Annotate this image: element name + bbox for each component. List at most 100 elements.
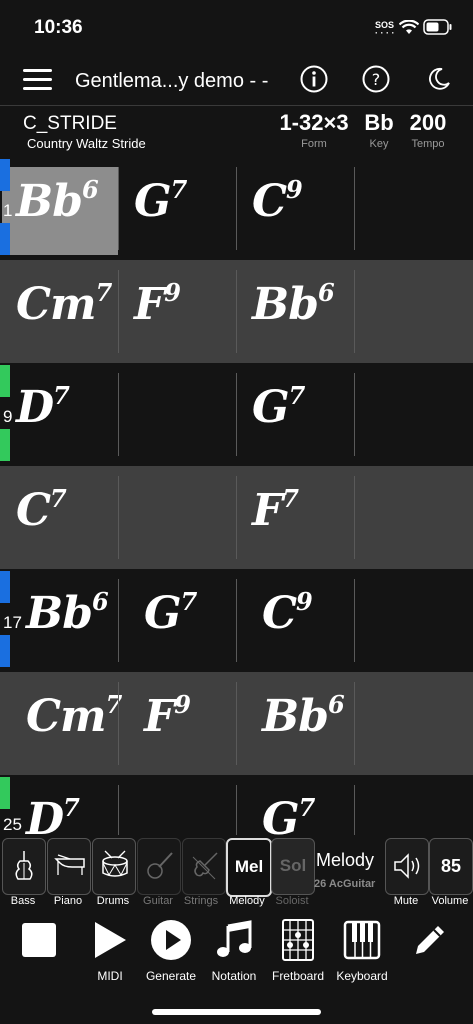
melody-button[interactable]: Mel xyxy=(226,838,272,897)
chord-cell[interactable] xyxy=(354,775,472,835)
volume-button[interactable]: 85 xyxy=(429,838,473,895)
status-time: 10:36 xyxy=(34,17,83,38)
beat-divider xyxy=(236,167,237,250)
chord-cell[interactable]: G7 xyxy=(236,363,354,466)
key-value[interactable]: Bb xyxy=(357,110,401,136)
chord-root: G xyxy=(252,382,290,433)
section-marker xyxy=(0,635,10,667)
stop-icon[interactable] xyxy=(21,922,57,958)
chord-cell[interactable] xyxy=(354,569,472,672)
chord-extension: 9 xyxy=(174,690,191,719)
help-icon[interactable]: ? xyxy=(362,65,390,93)
grid-row: 25 D7 G7 xyxy=(0,775,473,835)
chord-extension: 6 xyxy=(81,175,99,204)
chord-cell[interactable]: F9 xyxy=(128,672,246,775)
chord-root: D xyxy=(16,382,54,433)
beat-divider xyxy=(236,373,237,456)
chord-cell[interactable] xyxy=(354,157,472,260)
chord-extension: 6 xyxy=(317,278,335,307)
header-divider xyxy=(0,105,473,106)
form-value[interactable]: 1-32×3 xyxy=(268,110,360,136)
chord-extension: 9 xyxy=(296,587,313,616)
chord-cell[interactable]: Bb6 xyxy=(236,260,354,363)
chord-root: Bb xyxy=(26,588,93,639)
piano-button[interactable] xyxy=(47,838,91,895)
style-name[interactable]: C_STRIDE xyxy=(23,113,117,135)
chord-root: Bb xyxy=(16,176,83,227)
chord-cell[interactable] xyxy=(118,466,236,569)
grid-row: 17 Bb6 G7 C9 xyxy=(0,569,473,672)
tempo-value[interactable]: 200 xyxy=(402,110,454,136)
chord-cell[interactable]: D7 xyxy=(0,363,118,466)
fretboard-icon[interactable] xyxy=(281,918,315,962)
chord-cell[interactable] xyxy=(118,775,236,835)
music-note-icon[interactable] xyxy=(214,920,254,960)
chord-cell[interactable]: G7 xyxy=(246,775,364,835)
chord-root: Bb xyxy=(262,691,329,742)
chord-extension: 6 xyxy=(327,690,345,719)
chord-grid: 1 Bb6 G7 C9 Cm7 F9 Bb6 9 D7 G7 C7 F7 17 … xyxy=(0,157,473,835)
drums-button[interactable] xyxy=(92,838,136,895)
key-label: Key xyxy=(369,138,389,150)
chord-cell[interactable]: C7 xyxy=(0,466,118,569)
keyboard-label[interactable]: Keyboard xyxy=(322,969,402,983)
menu-icon[interactable] xyxy=(23,68,53,92)
beat-divider xyxy=(354,785,355,835)
song-title[interactable]: Gentlema...y demo - - xyxy=(75,70,268,93)
battery-icon xyxy=(423,19,452,35)
chord-cell[interactable]: D7 xyxy=(10,775,128,835)
beat-divider xyxy=(118,270,119,353)
generate-play-circle-icon[interactable] xyxy=(150,919,192,961)
play-icon[interactable] xyxy=(92,920,128,960)
soloist-label: Soloist xyxy=(275,895,309,907)
chord-cell[interactable]: Bb6 xyxy=(246,672,364,775)
chord-cell[interactable]: C9 xyxy=(246,569,364,672)
info-icon[interactable] xyxy=(300,65,328,93)
chord-extension: 7 xyxy=(63,793,80,822)
form-label: Form xyxy=(301,138,327,150)
chord-root: Cm xyxy=(26,691,107,742)
beat-divider xyxy=(236,785,237,835)
chord-root: G xyxy=(134,176,172,227)
chord-root: C xyxy=(252,176,287,227)
soloist-button[interactable]: Sol xyxy=(271,838,315,895)
wifi-icon xyxy=(399,20,419,34)
upright-bass-icon xyxy=(15,851,33,880)
chord-cell[interactable]: F7 xyxy=(236,466,354,569)
chord-cell[interactable]: G7 xyxy=(128,569,246,672)
chord-extension: 7 xyxy=(298,793,316,822)
guitar-icon xyxy=(147,852,173,879)
chord-extension: 7 xyxy=(50,484,67,513)
beat-divider xyxy=(118,785,119,835)
strings-button[interactable] xyxy=(182,838,226,895)
chord-cell[interactable] xyxy=(354,260,472,363)
chord-cell[interactable] xyxy=(118,363,236,466)
chord-cell[interactable]: Cm7 xyxy=(0,260,118,363)
bass-button[interactable] xyxy=(2,838,46,895)
chord-cell[interactable]: C9 xyxy=(236,157,354,260)
keyboard-icon[interactable] xyxy=(343,920,381,960)
chord-extension: 7 xyxy=(53,381,70,410)
beat-divider xyxy=(236,476,237,559)
tempo-label: Tempo xyxy=(411,138,445,150)
dark-mode-moon-icon[interactable] xyxy=(427,67,451,91)
chord-root: F xyxy=(144,691,175,742)
guitar-button[interactable] xyxy=(137,838,181,895)
chord-cell[interactable]: Cm7 xyxy=(10,672,128,775)
beat-divider xyxy=(118,476,119,559)
chord-cell[interactable]: G7 xyxy=(118,157,236,260)
home-indicator xyxy=(152,1009,321,1015)
section-marker xyxy=(0,571,10,603)
chord-cell[interactable]: F9 xyxy=(118,260,236,363)
mute-button[interactable] xyxy=(385,838,429,895)
chord-cell[interactable] xyxy=(354,672,472,775)
svg-text:?: ? xyxy=(372,70,381,89)
chord-cell[interactable] xyxy=(354,363,472,466)
chord-cell[interactable] xyxy=(354,466,472,569)
grid-row: 1 Bb6 G7 C9 xyxy=(0,157,473,260)
volume-label: Volume xyxy=(431,895,469,907)
pencil-edit-icon[interactable] xyxy=(412,922,448,958)
chord-cell[interactable]: Bb6 xyxy=(10,569,128,672)
chord-cell[interactable]: Bb6 xyxy=(0,157,118,260)
beat-divider xyxy=(118,373,119,456)
